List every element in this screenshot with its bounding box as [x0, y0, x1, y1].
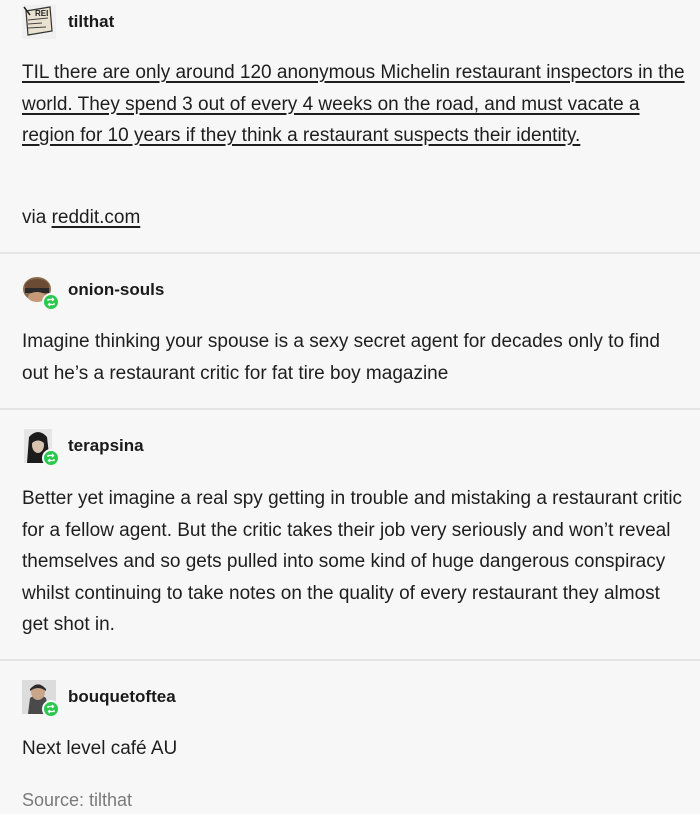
- post-header-terapsina: terapsina: [22, 429, 144, 467]
- post-header-tilthat: REI tilthat: [22, 5, 114, 39]
- post-divider: [0, 659, 700, 661]
- portrait-avatar-icon[interactable]: [22, 429, 60, 467]
- username-tilthat[interactable]: tilthat: [68, 12, 114, 32]
- username-onion-souls[interactable]: onion-souls: [68, 280, 164, 300]
- via-link[interactable]: reddit.com: [52, 207, 141, 228]
- post-body-onion-souls: Imagine thinking your spouse is a sexy s…: [22, 331, 660, 384]
- svg-text:REI: REI: [35, 9, 48, 18]
- source-label[interactable]: Source: tilthat: [22, 790, 132, 811]
- via-prefix: via: [22, 207, 47, 228]
- post-body-tilthat[interactable]: TIL there are only around 120 anonymous …: [22, 57, 687, 152]
- reblog-badge-icon: [42, 449, 60, 467]
- post-divider: [0, 408, 700, 410]
- post-body-bouquetoftea: Next level café AU: [22, 738, 178, 759]
- post-body-terapsina: Better yet imagine a real spy getting in…: [22, 488, 683, 635]
- reblog-badge-icon: [42, 293, 60, 311]
- username-bouquetoftea[interactable]: bouquetoftea: [68, 687, 176, 707]
- character-avatar-icon[interactable]: [22, 273, 60, 311]
- username-terapsina[interactable]: terapsina: [68, 436, 144, 456]
- post-header-onion-souls: onion-souls: [22, 273, 164, 311]
- reblog-badge-icon: [42, 700, 60, 718]
- post-divider: [0, 252, 700, 254]
- post-header-bouquetoftea: bouquetoftea: [22, 680, 176, 718]
- person-avatar-icon[interactable]: [22, 680, 60, 718]
- via-line: via reddit.com: [22, 202, 687, 234]
- newspaper-avatar-icon[interactable]: REI: [22, 5, 56, 39]
